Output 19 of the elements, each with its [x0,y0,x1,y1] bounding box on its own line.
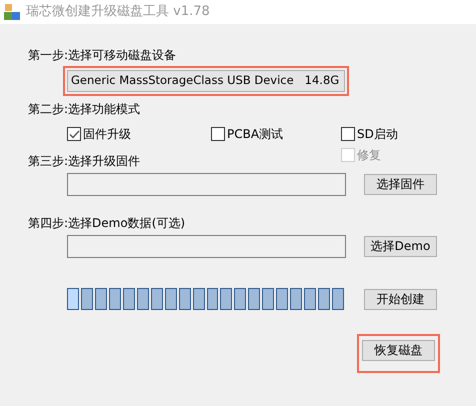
demo-path-field[interactable] [67,235,346,258]
checkbox[interactable] [341,127,355,141]
checkbox-label[interactable]: 固件升级 [83,125,131,143]
checkbox-label[interactable]: SD启动 [357,125,398,143]
step-label: 第二步:选择功能模式 [28,101,142,118]
app-icon [4,4,20,20]
checkbox[interactable] [67,127,81,141]
step-label: 第一步:选择可移动磁盘设备 [28,47,178,64]
step-label: 第四步:选择Demo数据(可选) [28,215,186,232]
select-firmware-button[interactable]: 选择固件 [364,174,437,195]
device-dropdown[interactable]: Generic MassStorageClass USB Device 14.8G [67,70,345,92]
window-title: 瑞芯微创建升级磁盘工具 v1.78 [26,3,210,22]
checkbox-label[interactable]: PCBA测试 [227,125,284,143]
checkbox[interactable] [211,127,225,141]
step-label: 第三步:选择升级固件 [28,153,142,170]
firmware-path-field[interactable] [67,173,346,196]
restore-disk-button[interactable]: 恢复磁盘 [362,340,435,361]
select-demo-button[interactable]: 选择Demo [364,236,437,257]
start-button[interactable]: 开始创建 [364,288,437,310]
